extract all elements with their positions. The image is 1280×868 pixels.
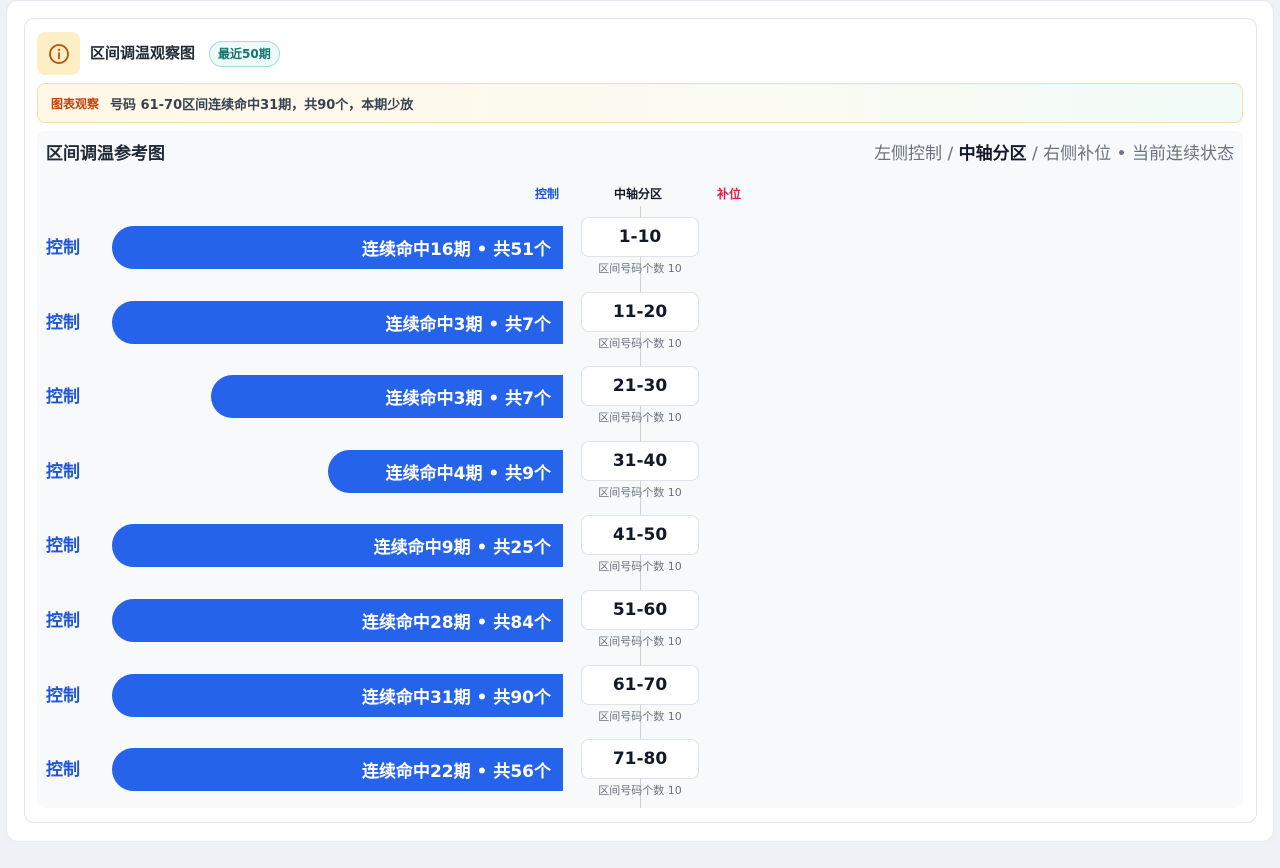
chart-title: 区间调温参考图	[46, 144, 165, 164]
streak-bar[interactable]: 连续命中9期 • 共25个	[112, 524, 563, 568]
observation-banner: 图表观察 号码 61-70区间连续命中31期，共90个，本期少放	[37, 83, 1243, 123]
streak-bar[interactable]: 连续命中3期 • 共7个	[112, 300, 563, 344]
streak-bar[interactable]: 连续命中22期 • 共56个	[112, 748, 563, 792]
range-box[interactable]: 21-30	[581, 366, 699, 407]
range-count-label: 区间号码个数 10	[598, 635, 682, 648]
range-box[interactable]: 31-40	[581, 440, 699, 481]
row-side-label: 控制	[46, 238, 80, 258]
row-side-label: 控制	[46, 685, 80, 706]
legend-status: 当前连续状态	[1132, 144, 1234, 164]
range-box[interactable]: 51-60	[581, 590, 699, 630]
range-box[interactable]: 1-10	[581, 217, 699, 257]
legend-left: 左侧控制	[874, 144, 943, 164]
row-side-label: 控制	[46, 536, 80, 557]
row-side-label: 控制	[46, 461, 80, 482]
column-header-fill: 补位	[717, 187, 742, 201]
range-box[interactable]: 71-80	[581, 739, 699, 780]
legend-separator: /	[942, 144, 959, 164]
info-icon	[37, 32, 80, 75]
range-count-label: 区间号码个数 10	[598, 784, 682, 798]
legend-separator: /	[1026, 144, 1044, 164]
streak-bar[interactable]: 连续命中31期 • 共90个	[112, 673, 563, 717]
row-side-label: 控制	[46, 387, 80, 408]
range-box[interactable]: 41-50	[581, 515, 699, 556]
streak-bar[interactable]: 连续命中3期 • 共7个	[211, 375, 563, 419]
legend-right: 右侧补位	[1043, 144, 1112, 164]
chart-legend: 左侧控制 / 中轴分区 / 右侧补位 • 当前连续状态	[874, 142, 1234, 166]
range-count-label: 区间号码个数 10	[598, 262, 682, 275]
page-title: 区间调温观察图	[90, 44, 196, 62]
row-side-label: 控制	[46, 760, 80, 781]
row-side-label: 控制	[46, 312, 80, 333]
range-count-label: 区间号码个数 10	[598, 709, 682, 723]
column-header-axis: 中轴分区	[614, 187, 663, 201]
range-count-label: 区间号码个数 10	[598, 411, 682, 425]
range-count-label: 区间号码个数 10	[598, 485, 682, 499]
period-badge: 最近50期	[209, 41, 280, 67]
row-side-label: 控制	[46, 611, 80, 631]
streak-bar[interactable]: 连续命中4期 • 共9个	[328, 449, 563, 493]
column-header-control: 控制	[535, 187, 560, 201]
streak-bar[interactable]: 连续命中16期 • 共51个	[112, 226, 563, 269]
observation-label: 图表观察	[51, 96, 100, 111]
legend-center: 中轴分区	[958, 144, 1027, 164]
streak-bar[interactable]: 连续命中28期 • 共84个	[112, 599, 563, 642]
range-box[interactable]: 11-20	[581, 291, 699, 332]
range-box[interactable]: 61-70	[581, 664, 699, 705]
range-count-label: 区间号码个数 10	[598, 560, 682, 574]
range-count-label: 区间号码个数 10	[598, 336, 682, 350]
observation-text: 号码 61-70区间连续命中31期，共90个，本期少放	[110, 97, 414, 113]
legend-dot: •	[1111, 144, 1132, 164]
